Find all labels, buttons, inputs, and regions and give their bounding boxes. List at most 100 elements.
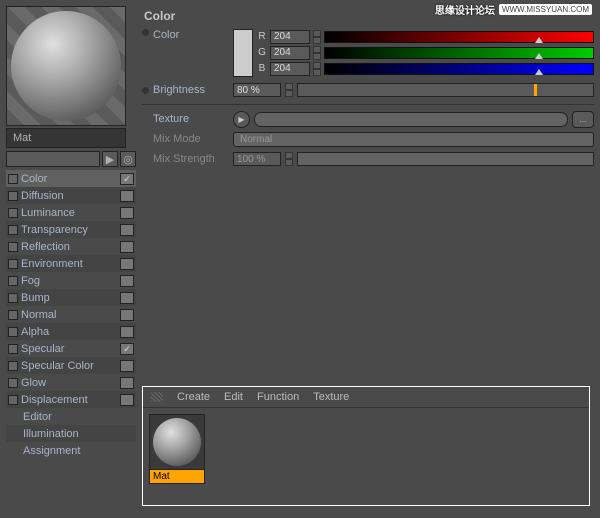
channel-preview-toggle[interactable]: [120, 241, 134, 253]
channel-checkbox[interactable]: [8, 310, 18, 320]
channel-preview-toggle[interactable]: [120, 326, 134, 338]
g-slider[interactable]: [324, 47, 594, 59]
material-preview[interactable]: [6, 6, 126, 126]
menu-create[interactable]: Create: [177, 391, 210, 403]
channel-label: Specular: [21, 343, 117, 355]
r-field[interactable]: 204: [270, 30, 310, 44]
channel-checkbox[interactable]: [8, 225, 18, 235]
channel-preview-toggle[interactable]: [120, 377, 134, 389]
channel-checkbox[interactable]: [8, 327, 18, 337]
channel-row-environment[interactable]: Environment: [6, 255, 136, 272]
channel-row-transparency[interactable]: Transparency: [6, 221, 136, 238]
channel-checkbox[interactable]: [8, 361, 18, 371]
thumb-sphere-icon: [153, 418, 201, 466]
texture-field[interactable]: [254, 112, 568, 127]
brightness-label: Brightness: [153, 84, 229, 96]
grip-icon[interactable]: [151, 392, 163, 402]
mixstrength-slider[interactable]: [297, 152, 594, 166]
channel-row-displacement[interactable]: Displacement: [6, 391, 136, 408]
material-name-field[interactable]: Mat: [6, 128, 126, 148]
channel-checkbox[interactable]: [8, 208, 18, 218]
channel-preview-toggle[interactable]: [120, 207, 134, 219]
channel-row-specular-color[interactable]: Specular Color: [6, 357, 136, 374]
channel-row-normal[interactable]: Normal: [6, 306, 136, 323]
channel-preview-toggle[interactable]: [120, 224, 134, 236]
channel-preview-toggle[interactable]: [120, 258, 134, 270]
channel-row-fog[interactable]: Fog: [6, 272, 136, 289]
channel-checkbox[interactable]: [8, 378, 18, 388]
nav-input[interactable]: [6, 151, 100, 167]
texture-browse-button[interactable]: ...: [572, 111, 594, 128]
b-spinner[interactable]: [313, 62, 321, 76]
channel-row-assignment[interactable]: Assignment: [6, 442, 136, 459]
preview-sphere-icon: [11, 11, 121, 121]
material-thumb[interactable]: Mat: [149, 414, 205, 484]
mixstrength-spinner[interactable]: [285, 152, 293, 166]
channel-checkbox[interactable]: [8, 344, 18, 354]
channel-checkbox[interactable]: [8, 259, 18, 269]
channel-preview-toggle[interactable]: [120, 292, 134, 304]
channel-checkbox[interactable]: [8, 191, 18, 201]
channel-row-alpha[interactable]: Alpha: [6, 323, 136, 340]
g-spinner[interactable]: [313, 46, 321, 60]
channel-checkbox[interactable]: [8, 276, 18, 286]
channel-label: Transparency: [21, 224, 117, 236]
channel-label: Alpha: [21, 326, 117, 338]
channel-preview-toggle[interactable]: [120, 360, 134, 372]
channel-label: Diffusion: [21, 190, 117, 202]
brightness-field[interactable]: 80 %: [233, 83, 281, 97]
menu-edit[interactable]: Edit: [224, 391, 243, 403]
anim-dot[interactable]: [142, 29, 149, 36]
browser-menu: Create Edit Function Texture: [143, 387, 589, 408]
channel-preview-toggle[interactable]: [120, 173, 134, 185]
channel-label: Displacement: [21, 394, 117, 406]
menu-texture[interactable]: Texture: [313, 391, 349, 403]
watermark: 思缘设计论坛 WWW.MISSYUAN.COM: [435, 2, 592, 17]
channel-row-specular[interactable]: Specular: [6, 340, 136, 357]
divider: [142, 104, 594, 105]
channel-preview-toggle[interactable]: [120, 309, 134, 321]
channel-row-diffusion[interactable]: Diffusion: [6, 187, 136, 204]
channel-row-reflection[interactable]: Reflection: [6, 238, 136, 255]
mixmode-label: Mix Mode: [153, 133, 229, 145]
channel-row-editor[interactable]: Editor: [6, 408, 136, 425]
channel-row-bump[interactable]: Bump: [6, 289, 136, 306]
menu-function[interactable]: Function: [257, 391, 299, 403]
mixstrength-field[interactable]: 100 %: [233, 152, 281, 166]
r-label: R: [257, 31, 267, 42]
channel-label: Bump: [21, 292, 117, 304]
anim-dot[interactable]: [142, 87, 149, 94]
channel-checkbox[interactable]: [8, 174, 18, 184]
channel-label: Normal: [21, 309, 117, 321]
channel-label: Editor: [23, 411, 134, 423]
channel-row-illumination[interactable]: Illumination: [6, 425, 136, 442]
channel-checkbox[interactable]: [8, 395, 18, 405]
channel-preview-toggle[interactable]: [120, 190, 134, 202]
channel-preview-toggle[interactable]: [120, 343, 134, 355]
channel-preview-toggle[interactable]: [120, 394, 134, 406]
r-spinner[interactable]: [313, 30, 321, 44]
channel-label: Luminance: [21, 207, 117, 219]
channel-row-luminance[interactable]: Luminance: [6, 204, 136, 221]
mixmode-select[interactable]: Normal: [233, 132, 594, 147]
mixstrength-label: Mix Strength: [153, 153, 229, 165]
b-slider[interactable]: [324, 63, 594, 75]
b-field[interactable]: 204: [270, 62, 310, 76]
right-panel: 思缘设计论坛 WWW.MISSYUAN.COM Color Color R 20…: [142, 6, 594, 512]
target-button[interactable]: ◎: [120, 151, 136, 167]
brightness-spinner[interactable]: [285, 83, 293, 97]
channel-checkbox[interactable]: [8, 242, 18, 252]
texture-play-button[interactable]: ▶: [233, 111, 250, 128]
r-slider[interactable]: [324, 31, 594, 43]
play-button[interactable]: ▶: [102, 151, 118, 167]
channel-row-glow[interactable]: Glow: [6, 374, 136, 391]
channel-label: Color: [21, 173, 117, 185]
channel-checkbox[interactable]: [8, 293, 18, 303]
color-label: Color: [153, 29, 229, 41]
brightness-slider[interactable]: [297, 83, 594, 97]
material-browser: Create Edit Function Texture Mat: [142, 386, 590, 506]
channel-preview-toggle[interactable]: [120, 275, 134, 287]
channel-row-color[interactable]: Color: [6, 170, 136, 187]
color-swatch[interactable]: [233, 29, 253, 77]
g-field[interactable]: 204: [270, 46, 310, 60]
